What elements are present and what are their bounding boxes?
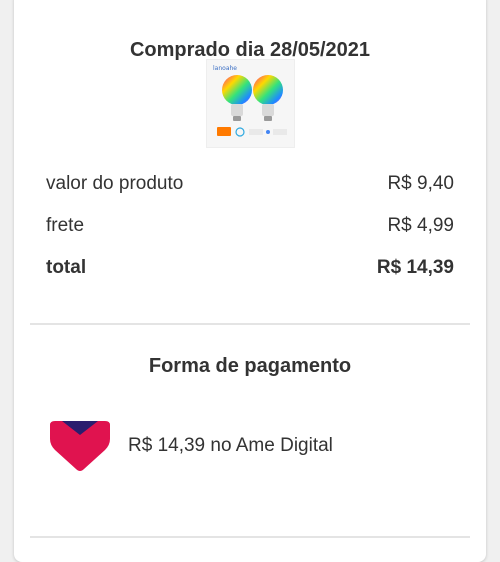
smart-bulb-image: lanoahe	[207, 60, 294, 147]
shipping-row: frete R$ 4,99	[46, 215, 454, 237]
total-label: total	[46, 257, 87, 278]
total-amount: R$ 14,39	[376, 257, 454, 278]
shipping-amount: R$ 4,99	[387, 215, 454, 236]
product-value-label: valor do produto	[46, 173, 184, 194]
svg-text:lanoahe: lanoahe	[213, 65, 237, 72]
total-row: total R$ 14,39	[46, 257, 454, 279]
payment-method-text: R$ 14,39 no Ame Digital	[128, 435, 333, 456]
bottom-divider	[30, 536, 470, 538]
purchase-details-card: Comprado dia 28/05/2021 lanoahe valor do…	[14, 0, 486, 562]
product-value-row: valor do produto R$ 9,40	[46, 173, 454, 195]
payment-section-title: Forma de pagamento	[148, 355, 352, 377]
payment-method: R$ 14,39 no Ame Digital	[46, 419, 333, 473]
product-thumbnail[interactable]: lanoahe	[206, 59, 295, 148]
section-divider	[30, 323, 470, 325]
ame-digital-logo-icon	[50, 421, 110, 471]
product-value-amount: R$ 9,40	[387, 173, 454, 194]
shipping-label: frete	[46, 215, 85, 236]
